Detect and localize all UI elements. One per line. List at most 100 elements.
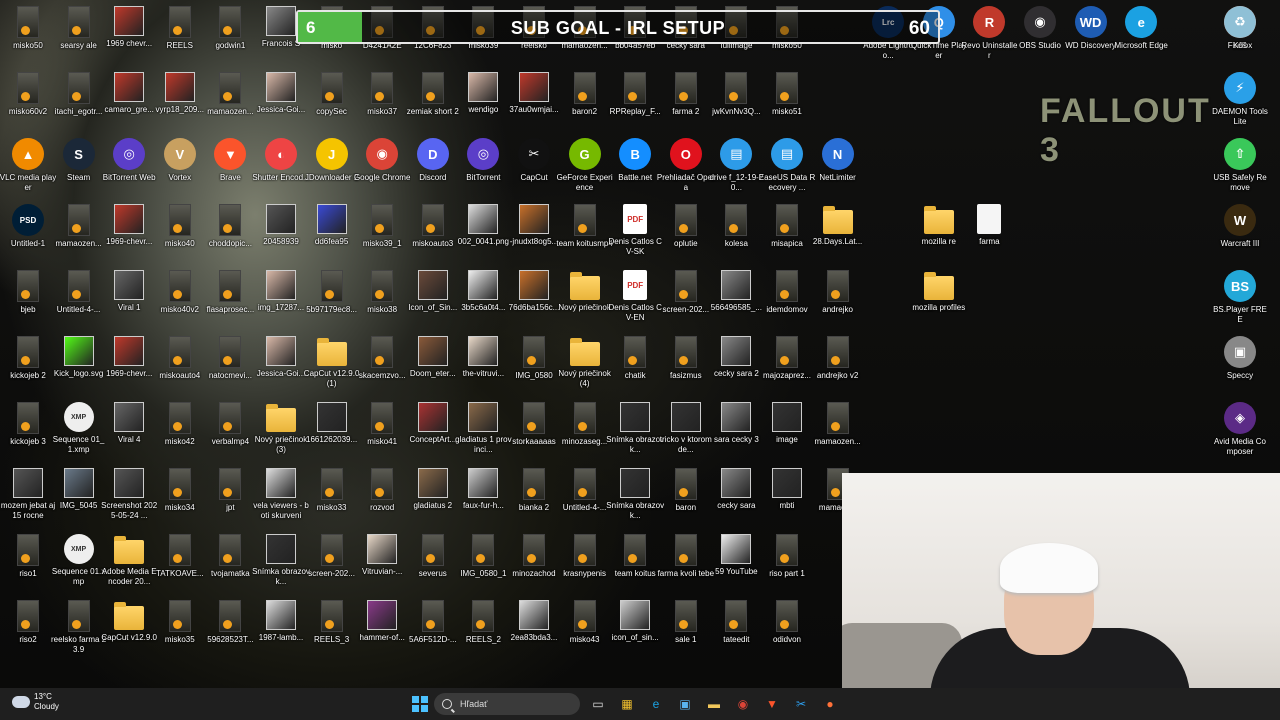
desktop-icon[interactable]: XMP Sequence 01_1.xmp (51, 402, 107, 468)
taskbar-chrome-icon[interactable]: ◉ (733, 694, 753, 714)
desktop-icon[interactable]: misko37 (354, 72, 410, 138)
desktop-icon[interactable]: krasnypenis (557, 534, 613, 600)
desktop-icon[interactable]: ⇧ USB Safely Remove (1212, 138, 1268, 204)
desktop-icon[interactable]: G GeForce Experience (557, 138, 613, 204)
desktop-icon[interactable]: 37au0wmjai... (506, 72, 562, 138)
desktop-icon[interactable]: 1969 chevr... (101, 6, 157, 72)
desktop-icon[interactable]: farma (961, 204, 1017, 270)
desktop-icon[interactable]: ◉ OBS Studio (1012, 6, 1068, 72)
desktop-icon[interactable]: Jessica-Goi... (253, 72, 309, 138)
desktop-icon[interactable]: bjeb (0, 270, 56, 336)
desktop-icon[interactable]: mbti (759, 468, 815, 534)
desktop-icon[interactable]: misko60v2 (0, 72, 56, 138)
desktop-icon[interactable]: misko35 (152, 600, 208, 666)
desktop-icon[interactable]: ▤ drive f_12-19-20... (708, 138, 764, 204)
desktop-icon[interactable]: icon_of_sin... (607, 600, 663, 666)
desktop-icon[interactable]: 76d6ba156c... (506, 270, 562, 336)
desktop-icon[interactable]: misko34 (152, 468, 208, 534)
desktop-icon[interactable]: mozilla re (911, 204, 967, 270)
desktop-icon[interactable]: misko41 (354, 402, 410, 468)
desktop-icon[interactable]: gladiatus 1 provinci... (455, 402, 512, 468)
desktop-icon[interactable]: ◎ BitTorrent (455, 138, 511, 204)
taskbar-firefox-icon[interactable]: ● (820, 694, 840, 714)
desktop-icon[interactable]: the-vitruvi... (455, 336, 511, 402)
desktop-icon[interactable]: copySec (304, 72, 360, 138)
taskbar-photos-icon[interactable]: ▣ (675, 694, 695, 714)
desktop-icon[interactable]: tateedit (708, 600, 764, 666)
desktop-icon[interactable]: majozaprez... (759, 336, 815, 402)
desktop-icon[interactable]: 59 YouTube (708, 534, 764, 600)
desktop-icon[interactable]: ConceptArt... (405, 402, 461, 468)
desktop-icon[interactable]: tvojamatka (202, 534, 258, 600)
desktop-icon[interactable]: itachi_egotr... (51, 72, 107, 138)
taskbar-brave-icon[interactable]: ▼ (762, 694, 782, 714)
desktop-icon[interactable]: minozaseg... (557, 402, 613, 468)
desktop-icon[interactable]: 566496585_... (708, 270, 764, 336)
desktop-icon[interactable]: skacemzvo... (354, 336, 410, 402)
desktop-icon[interactable]: miskoauto4 (152, 336, 208, 402)
desktop-icon[interactable]: Kick_logo.svg (51, 336, 107, 402)
desktop-icon[interactable]: 5A6F512D-... (405, 600, 461, 666)
desktop-icon[interactable]: vela viewers - boti skurveni (253, 468, 309, 534)
desktop-icon[interactable]: minozachod (506, 534, 562, 600)
desktop-icon[interactable]: Viral 4 (101, 402, 157, 468)
desktop-icon[interactable]: hammer-of... (354, 600, 410, 666)
desktop-icon[interactable]: riso1 (0, 534, 56, 600)
desktop-icon[interactable]: Snímka obrazovk... (606, 468, 664, 534)
desktop-icon[interactable]: oplutie (658, 204, 714, 270)
desktop-icon[interactable]: misko43 (557, 600, 613, 666)
desktop-icon[interactable]: O Prehliadač Opera (657, 138, 715, 204)
desktop-icon[interactable]: severus (405, 534, 461, 600)
desktop-icon[interactable]: faux-fur-h... (455, 468, 511, 534)
desktop-icon[interactable]: REELS_3 (304, 600, 360, 666)
desktop-icon[interactable]: B Battle.net (607, 138, 663, 204)
desktop-icon[interactable]: IMG_0580_1 (455, 534, 511, 600)
desktop-icon[interactable]: N NetLimiter (810, 138, 866, 204)
desktop-icon[interactable]: ✂ CapCut (506, 138, 562, 204)
desktop-icon[interactable]: PSD Untitled-1 (0, 204, 56, 270)
start-button[interactable] (410, 694, 430, 714)
desktop-icon[interactable]: Nový priečinok (557, 270, 613, 336)
desktop-icon[interactable]: kolesa (708, 204, 764, 270)
desktop-icon[interactable]: ◎ BitTorrent Web (101, 138, 157, 204)
desktop-icon[interactable]: TATKOAVE... (152, 534, 208, 600)
desktop-icon[interactable]: misko51 (759, 72, 815, 138)
desktop-icon[interactable]: misapica (759, 204, 815, 270)
taskbar-file-explorer-icon[interactable]: ▬ (704, 694, 724, 714)
desktop-icon[interactable]: 1661262039... (304, 402, 360, 468)
desktop-icon[interactable]: IMG_5045 (51, 468, 107, 534)
desktop-icon[interactable]: wendigo (455, 72, 511, 138)
desktop-icon[interactable]: screen-202... (304, 534, 360, 600)
desktop-icon[interactable]: gladiatus 2 (405, 468, 461, 534)
desktop-icon[interactable]: 5b97179ec8... (304, 270, 360, 336)
desktop-icon[interactable]: riso2 (0, 600, 56, 666)
desktop-icon[interactable]: baron2 (557, 72, 613, 138)
desktop-icon[interactable]: ▲ VLC media player (0, 138, 56, 204)
desktop-icon[interactable]: searsy ale (51, 6, 107, 72)
desktop-icon[interactable]: J JDownloader 2 (304, 138, 360, 204)
desktop-icon[interactable]: storkaaaaas (506, 402, 562, 468)
desktop-icon[interactable]: misko40v2 (152, 270, 208, 336)
taskbar-edge-icon[interactable]: e (646, 694, 666, 714)
desktop-icon[interactable]: flasaprosec... (202, 270, 258, 336)
desktop-icon[interactable]: img_17287... (253, 270, 309, 336)
desktop-icon[interactable]: S Steam (51, 138, 107, 204)
desktop-icon[interactable]: mamaozen... (202, 72, 258, 138)
desktop-icon[interactable]: kickojeb 3 (0, 402, 56, 468)
desktop-icon[interactable]: Untitled-4-... (557, 468, 613, 534)
desktop-icon[interactable]: reelsko farma 23.9 (51, 600, 107, 666)
desktop-icon[interactable]: Icon_of_Sin... (405, 270, 461, 336)
taskbar-microsoft-store-icon[interactable]: ▦ (617, 694, 637, 714)
desktop-icon[interactable]: misko33 (304, 468, 360, 534)
desktop-icon[interactable]: W Warcraft III (1212, 204, 1268, 270)
desktop-icon[interactable]: team koitusmp4 (556, 204, 613, 270)
desktop-icon[interactable]: ▣ Speccy (1212, 336, 1268, 402)
desktop-icon[interactable]: ◉ Google Chrome (354, 138, 410, 204)
desktop-icon[interactable]: ▼ Brave (202, 138, 258, 204)
desktop-icon[interactable]: 59628523T... (202, 600, 258, 666)
taskbar-task-view-icon[interactable]: ▭ (588, 694, 608, 714)
desktop-icon[interactable]: Nový priečinok (4) (557, 336, 613, 402)
desktop-icon[interactable]: choddopic... (202, 204, 258, 270)
desktop-icon[interactable]: mamaozen... (51, 204, 107, 270)
desktop-icon[interactable]: IMG_0580 (506, 336, 562, 402)
